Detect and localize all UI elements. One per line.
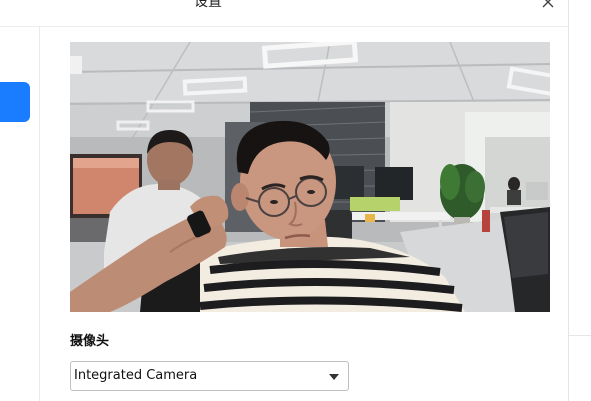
camera-label: 摄像头 xyxy=(70,334,110,349)
background-divider xyxy=(569,335,591,336)
camera-select-value: Integrated Camera xyxy=(74,368,198,383)
close-icon[interactable] xyxy=(539,0,557,11)
camera-select[interactable]: Integrated Camera xyxy=(70,361,349,391)
background-area xyxy=(569,0,591,401)
camera-preview xyxy=(70,42,550,312)
sidebar-item-video[interactable] xyxy=(0,82,30,122)
dialog-titlebar: 设置 xyxy=(0,0,568,27)
settings-sidebar xyxy=(0,27,40,401)
dialog-title: 设置 xyxy=(194,0,222,10)
chevron-down-icon xyxy=(329,374,339,380)
settings-dialog: 设置 摄像头 Integrated Camera xyxy=(0,0,569,401)
